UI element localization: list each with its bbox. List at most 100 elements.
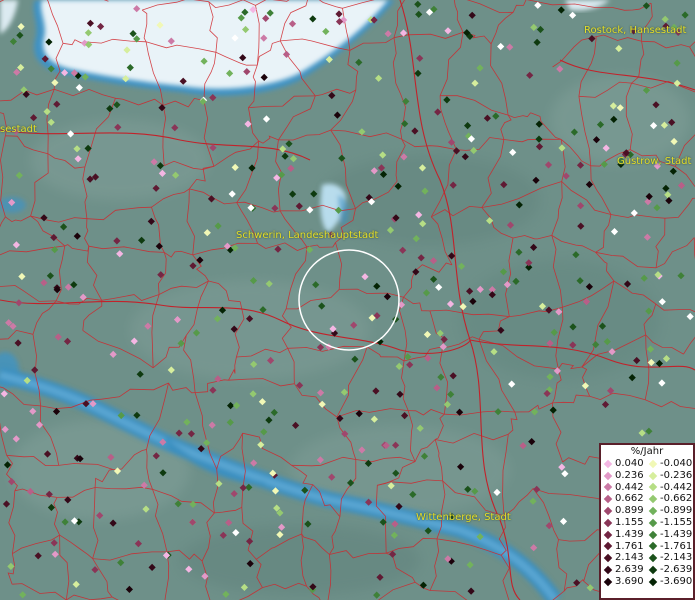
station-marker[interactable] bbox=[9, 37, 17, 46]
station-marker[interactable] bbox=[231, 163, 239, 171]
station-marker[interactable] bbox=[573, 579, 581, 587]
station-marker[interactable] bbox=[628, 374, 636, 382]
station-marker[interactable] bbox=[466, 561, 474, 569]
station-marker[interactable] bbox=[415, 10, 423, 18]
station-marker[interactable] bbox=[29, 407, 37, 415]
station-marker[interactable] bbox=[423, 330, 431, 339]
station-marker[interactable] bbox=[572, 251, 580, 259]
station-marker[interactable] bbox=[295, 202, 303, 210]
station-marker[interactable] bbox=[203, 229, 211, 237]
map-canvas[interactable] bbox=[0, 0, 695, 600]
station-marker[interactable] bbox=[447, 390, 455, 398]
station-marker[interactable] bbox=[446, 300, 455, 308]
station-marker[interactable] bbox=[225, 519, 233, 527]
station-marker[interactable] bbox=[203, 439, 211, 447]
station-marker[interactable] bbox=[559, 517, 568, 525]
station-marker[interactable] bbox=[12, 435, 20, 443]
station-marker[interactable] bbox=[419, 581, 427, 589]
station-marker[interactable] bbox=[287, 164, 295, 172]
station-marker[interactable] bbox=[471, 79, 479, 87]
station-marker[interactable] bbox=[569, 11, 577, 19]
station-marker[interactable] bbox=[436, 329, 444, 337]
station-marker[interactable] bbox=[125, 585, 133, 593]
station-marker[interactable] bbox=[468, 11, 476, 19]
station-marker[interactable] bbox=[435, 283, 443, 291]
station-marker[interactable] bbox=[373, 282, 381, 290]
station-marker[interactable] bbox=[526, 71, 534, 79]
station-marker[interactable] bbox=[506, 43, 514, 51]
station-marker[interactable] bbox=[396, 390, 404, 398]
station-marker[interactable] bbox=[117, 559, 125, 567]
station-marker[interactable] bbox=[134, 540, 142, 548]
station-marker[interactable] bbox=[250, 459, 258, 467]
station-marker[interactable] bbox=[664, 191, 672, 199]
station-marker[interactable] bbox=[422, 289, 431, 297]
station-marker[interactable] bbox=[61, 518, 69, 526]
station-marker[interactable] bbox=[0, 390, 8, 398]
station-marker[interactable] bbox=[644, 198, 652, 206]
station-marker[interactable] bbox=[317, 389, 325, 397]
station-marker[interactable] bbox=[43, 108, 51, 116]
station-marker[interactable] bbox=[467, 587, 475, 595]
station-marker[interactable] bbox=[338, 154, 346, 162]
station-marker[interactable] bbox=[35, 421, 44, 429]
station-marker[interactable] bbox=[230, 490, 238, 498]
station-marker[interactable] bbox=[249, 390, 257, 398]
station-marker[interactable] bbox=[430, 275, 438, 283]
station-marker[interactable] bbox=[239, 484, 247, 492]
station-marker[interactable] bbox=[281, 152, 289, 160]
station-marker[interactable] bbox=[373, 591, 381, 599]
station-marker[interactable] bbox=[157, 271, 165, 279]
station-marker[interactable] bbox=[647, 358, 655, 367]
station-marker[interactable] bbox=[340, 388, 348, 396]
station-marker[interactable] bbox=[17, 23, 25, 31]
station-marker[interactable] bbox=[576, 161, 585, 169]
station-marker[interactable] bbox=[310, 190, 318, 198]
station-marker[interactable] bbox=[262, 115, 271, 123]
station-marker[interactable] bbox=[642, 2, 650, 10]
station-marker[interactable] bbox=[414, 0, 422, 8]
station-marker[interactable] bbox=[228, 190, 236, 198]
station-marker[interactable] bbox=[658, 298, 666, 306]
station-marker[interactable] bbox=[379, 151, 387, 159]
station-marker[interactable] bbox=[14, 339, 22, 347]
station-marker[interactable] bbox=[72, 580, 80, 588]
station-marker[interactable] bbox=[443, 96, 451, 104]
station-marker[interactable] bbox=[333, 111, 341, 119]
station-marker[interactable] bbox=[136, 370, 144, 378]
station-marker[interactable] bbox=[183, 418, 191, 426]
station-marker[interactable] bbox=[414, 69, 422, 77]
station-marker[interactable] bbox=[54, 333, 62, 341]
station-marker[interactable] bbox=[535, 135, 543, 143]
station-marker[interactable] bbox=[536, 25, 545, 34]
station-marker[interactable] bbox=[312, 281, 320, 289]
station-marker[interactable] bbox=[351, 355, 359, 363]
station-marker[interactable] bbox=[222, 590, 230, 598]
station-marker[interactable] bbox=[17, 63, 25, 72]
station-marker[interactable] bbox=[75, 84, 83, 92]
station-marker[interactable] bbox=[51, 79, 59, 87]
station-marker[interactable] bbox=[429, 257, 438, 265]
station-marker[interactable] bbox=[285, 140, 293, 148]
station-marker[interactable] bbox=[630, 209, 638, 217]
station-marker[interactable] bbox=[452, 147, 461, 155]
station-marker[interactable] bbox=[577, 222, 585, 230]
station-marker[interactable] bbox=[148, 563, 156, 571]
station-marker[interactable] bbox=[437, 373, 445, 381]
station-marker[interactable] bbox=[7, 562, 15, 570]
station-marker[interactable] bbox=[155, 242, 163, 250]
station-marker[interactable] bbox=[406, 361, 414, 369]
station-marker[interactable] bbox=[532, 176, 540, 184]
station-marker[interactable] bbox=[31, 366, 39, 374]
station-marker[interactable] bbox=[470, 146, 478, 155]
station-marker[interactable] bbox=[372, 387, 380, 395]
station-marker[interactable] bbox=[196, 256, 204, 264]
station-marker[interactable] bbox=[530, 243, 538, 251]
station-marker[interactable] bbox=[533, 485, 541, 493]
station-marker[interactable] bbox=[271, 204, 279, 212]
station-marker[interactable] bbox=[355, 58, 363, 66]
station-marker[interactable] bbox=[289, 155, 298, 163]
station-marker[interactable] bbox=[215, 480, 223, 488]
station-marker[interactable] bbox=[662, 355, 671, 363]
station-marker[interactable] bbox=[645, 427, 653, 435]
